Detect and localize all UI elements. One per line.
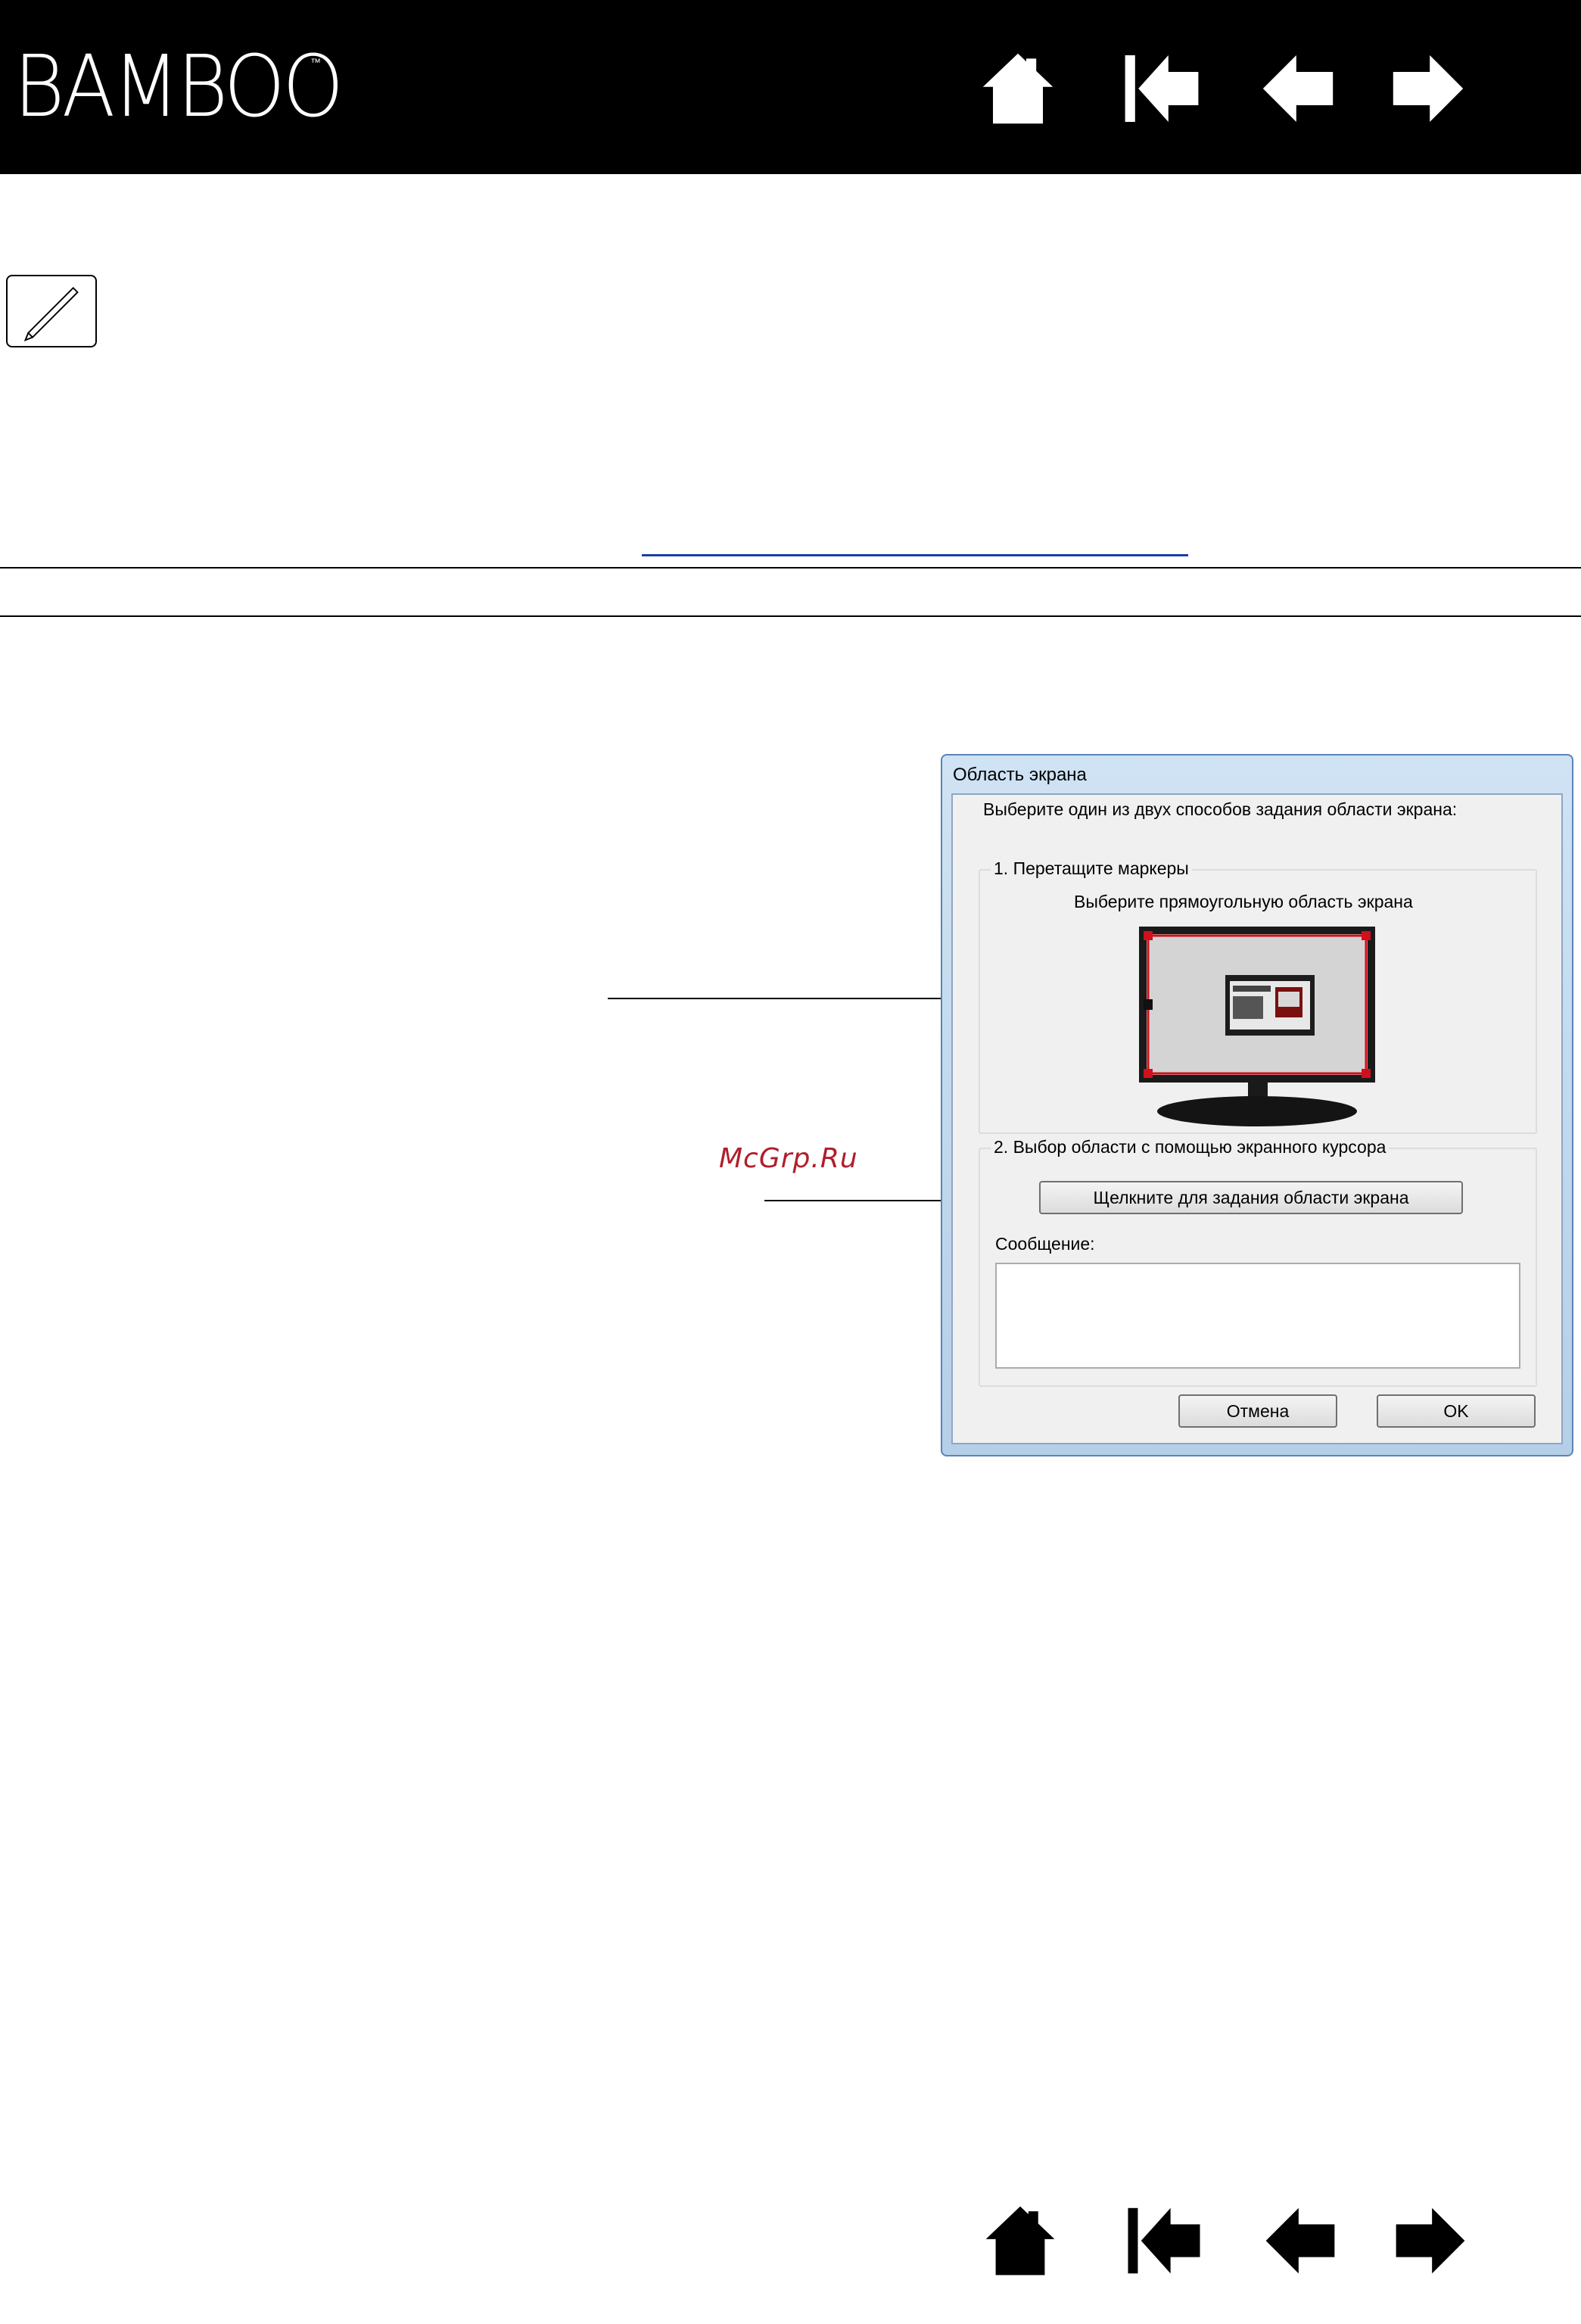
next-page-icon[interactable] [1390,2200,1471,2282]
message-field[interactable] [995,1263,1520,1369]
dialog-instruction: Выберите один из двух способов задания о… [983,799,1458,819]
screen-area-dialog: Область экрана Выберите один из двух спо… [941,754,1573,1456]
logo-trademark: ™ [310,56,321,68]
group1-label: 1. Перетащите маркеры [991,858,1192,879]
dialog-body: Выберите один из двух способов задания о… [951,793,1563,1444]
message-label: Сообщение: [995,1234,1095,1254]
home-icon[interactable] [979,2200,1061,2282]
define-area-button[interactable]: Щелкните для задания области экрана [1039,1181,1463,1214]
first-page-icon[interactable] [1123,2200,1205,2282]
next-page-icon[interactable] [1386,47,1470,130]
monitor-preview[interactable] [1138,925,1380,1128]
previous-page-icon[interactable] [1256,47,1340,130]
dialog-title: Область экрана [953,765,1087,785]
bamboo-logo: BAMBOO [14,38,344,136]
home-icon[interactable] [976,47,1060,130]
pen-icon [6,275,97,347]
divider-bottom [0,615,1581,617]
link-underline[interactable] [642,554,1188,556]
header-bar: BAMBOO ™ [0,0,1581,174]
divider-top [0,567,1581,569]
cancel-button[interactable]: Отмена [1178,1394,1337,1428]
previous-page-icon[interactable] [1259,2200,1341,2282]
watermark: McGrp.Ru [719,1143,858,1174]
ok-button[interactable]: OK [1377,1394,1536,1428]
group2-label: 2. Выбор области с помощью экранного кур… [991,1137,1390,1157]
first-page-icon[interactable] [1120,47,1203,130]
group1-subtitle: Выберите прямоугольную область экрана [1074,892,1413,911]
